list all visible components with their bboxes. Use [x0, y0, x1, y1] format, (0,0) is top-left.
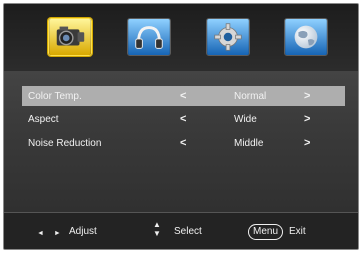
row-label: Color Temp.	[28, 91, 82, 102]
key-hint-bar: ◄ ► Adjust ▲ ▼ Select Menu Exit	[4, 212, 358, 249]
row-label: Aspect	[28, 114, 59, 125]
tab-picture[interactable]	[48, 18, 92, 56]
left-arrow-icon[interactable]: <	[180, 137, 186, 149]
category-tab-bar	[4, 4, 358, 72]
globe-icon	[285, 19, 327, 55]
row-aspect[interactable]: Aspect < Wide >	[22, 109, 345, 129]
left-arrow-icon[interactable]: <	[180, 90, 186, 102]
tab-settings[interactable]	[206, 18, 250, 56]
right-arrow-icon[interactable]: >	[304, 137, 310, 149]
exit-hint: Exit	[289, 226, 306, 237]
tab-sound[interactable]	[127, 18, 171, 56]
row-noise-reduction[interactable]: Noise Reduction < Middle >	[22, 133, 345, 153]
row-value: Middle	[234, 138, 264, 149]
right-arrow-icon[interactable]: >	[304, 113, 310, 125]
headphones-icon	[128, 19, 170, 55]
row-color-temp[interactable]: Color Temp. < Normal >	[22, 86, 345, 106]
left-right-arrows-icon: ◄ ►	[37, 230, 65, 237]
row-value: Wide	[234, 114, 257, 125]
row-label: Noise Reduction	[28, 138, 102, 149]
tab-network[interactable]	[284, 18, 328, 56]
up-down-arrows-icon: ▲ ▼	[153, 220, 161, 238]
menu-key-icon: Menu	[248, 224, 284, 240]
settings-list: Color Temp. < Normal > Aspect < Wide > N…	[4, 71, 358, 212]
tv-osd-menu: Color Temp. < Normal > Aspect < Wide > N…	[3, 3, 359, 250]
left-arrow-icon[interactable]: <	[180, 113, 186, 125]
gear-icon	[207, 19, 249, 55]
row-value: Normal	[234, 91, 267, 102]
camera-icon	[49, 19, 91, 55]
right-arrow-icon[interactable]: >	[304, 90, 310, 102]
adjust-hint: Adjust	[69, 226, 97, 237]
select-hint: Select	[174, 226, 202, 237]
